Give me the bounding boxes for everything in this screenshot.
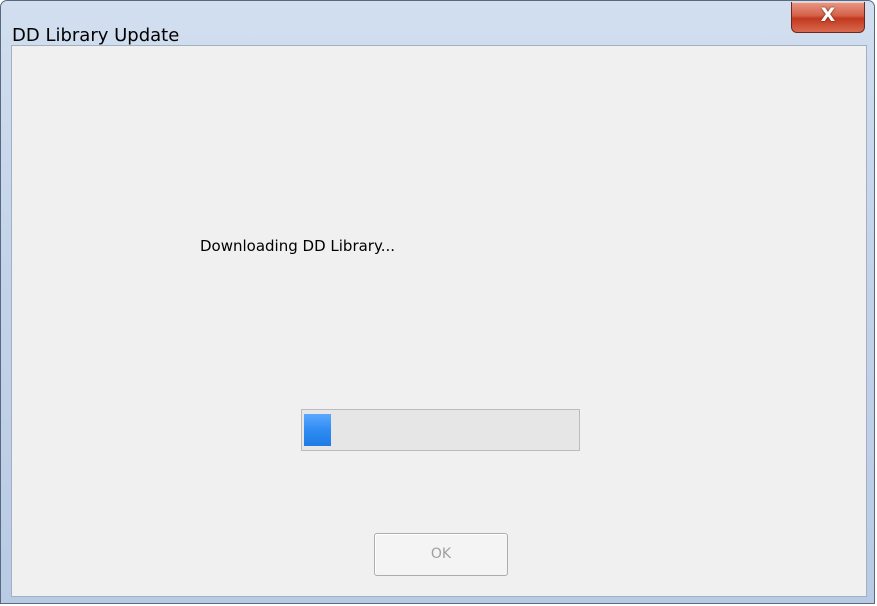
window-title: DD Library Update [12,25,180,46]
ok-button-label: OK [430,546,452,562]
close-button[interactable]: X [791,2,865,33]
status-message: Downloading DD Library... [200,237,396,255]
ok-button[interactable]: OK [374,533,508,576]
progress-fill [304,414,331,446]
close-icon: X [820,4,836,26]
dialog-window: DD Library Update X Downloading DD Libra… [0,0,875,604]
dialog-body: Downloading DD Library... OK [11,45,867,597]
title-bar[interactable]: DD Library Update X [1,1,874,46]
download-progress-bar [301,409,580,451]
